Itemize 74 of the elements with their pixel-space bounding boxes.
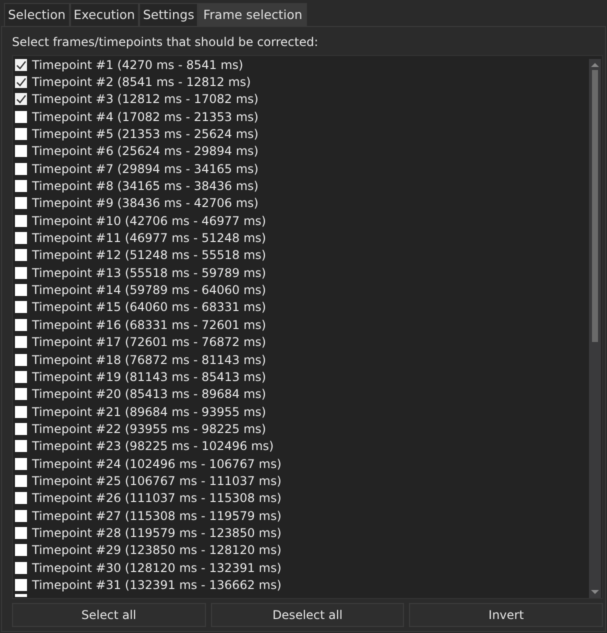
tab[interactable]: Execution (70, 3, 139, 26)
timepoint-label[interactable]: Timepoint #18 (76872 ms - 81143 ms) (32, 352, 266, 367)
scroll-up-icon[interactable] (591, 62, 599, 67)
timepoint-label[interactable]: Timepoint #13 (55518 ms - 59789 ms) (32, 266, 266, 280)
checkbox[interactable] (15, 422, 27, 435)
checkbox[interactable] (15, 354, 27, 366)
timepoint-label[interactable]: Timepoint #22 (93955 ms - 98225 ms) (32, 422, 266, 436)
checkbox[interactable] (15, 474, 27, 487)
checkbox[interactable] (15, 510, 27, 522)
checkbox[interactable] (15, 458, 27, 470)
timepoint-label[interactable]: Timepoint #12 (51248 ms - 55518 ms) (32, 248, 266, 262)
checkbox[interactable] (15, 440, 27, 452)
checkbox[interactable] (15, 370, 27, 383)
timepoint-label[interactable]: Timepoint #29 (123850 ms - 128120 ms) (32, 543, 282, 558)
timepoint-label[interactable]: Timepoint #23 (98225 ms - 102496 ms) (32, 439, 274, 454)
timepoint-label[interactable]: Timepoint #8 (34165 ms - 38436 ms) (32, 179, 258, 194)
checkbox[interactable] (15, 492, 27, 504)
tab[interactable]: Frame selection (198, 3, 308, 26)
timepoint-label[interactable]: Timepoint #26 (111037 ms - 115308 ms) (32, 491, 282, 506)
checkbox[interactable] (15, 266, 27, 279)
timepoint-label[interactable]: Timepoint #30 (128120 ms - 132391 ms) (32, 560, 282, 575)
timepoint-label[interactable]: Timepoint #20 (85413 ms - 89684 ms) (32, 387, 266, 402)
timepoint-label[interactable]: Timepoint #15 (64060 ms - 68331 ms) (32, 300, 266, 314)
checkbox[interactable] (15, 526, 27, 539)
checkbox[interactable] (15, 180, 27, 192)
timepoint-label[interactable]: Timepoint #27 (115308 ms - 119579 ms) (32, 508, 282, 523)
timepoint-label[interactable]: Timepoint #10 (42706 ms - 46977 ms) (32, 214, 266, 228)
checkbox[interactable] (15, 249, 27, 262)
timepoint-label[interactable]: Timepoint #1 (4270 ms - 8541 ms) (32, 58, 244, 72)
timepoint-label[interactable]: Timepoint #28 (119579 ms - 123850 ms) (32, 526, 282, 540)
tab[interactable]: Settings (138, 3, 198, 26)
timepoint-label[interactable]: Timepoint #5 (21353 ms - 25624 ms) (32, 127, 258, 142)
timepoint-label[interactable]: Timepoint #25 (106767 ms - 111037 ms) (32, 474, 282, 488)
checkbox[interactable] (15, 578, 27, 591)
scrollbar[interactable] (589, 59, 601, 598)
checkbox[interactable] (15, 284, 27, 296)
checkbox[interactable] (15, 562, 27, 574)
checkbox[interactable] (15, 214, 27, 227)
action-button[interactable]: Invert (409, 603, 604, 627)
scrollbar-thumb[interactable] (592, 70, 598, 342)
checkbox[interactable] (15, 232, 27, 244)
checkbox[interactable] (15, 388, 27, 400)
checkbox[interactable] (15, 76, 27, 88)
tab[interactable]: Selection (4, 3, 70, 26)
action-button[interactable]: Deselect all (210, 603, 404, 627)
timepoint-label[interactable]: Timepoint #16 (68331 ms - 72601 ms) (32, 318, 266, 332)
timepoint-label[interactable]: Timepoint #31 (132391 ms - 136662 ms) (32, 578, 282, 592)
timepoint-label[interactable]: Timepoint #4 (17082 ms - 21353 ms) (32, 110, 258, 124)
checkbox[interactable] (15, 544, 27, 556)
checkbox[interactable] (15, 301, 27, 314)
checkbox[interactable] (15, 145, 27, 158)
timepoint-label[interactable]: Timepoint #17 (72601 ms - 76872 ms) (32, 335, 266, 350)
checkbox[interactable] (15, 336, 27, 348)
scroll-down-icon[interactable] (591, 590, 599, 595)
timepoint-label[interactable]: Timepoint #11 (46977 ms - 51248 ms) (32, 231, 266, 246)
checkbox[interactable] (15, 197, 27, 210)
timepoint-label[interactable]: Timepoint #2 (8541 ms - 12812 ms) (32, 75, 251, 90)
timepoint-label[interactable]: Timepoint #24 (102496 ms - 106767 ms) (32, 456, 282, 471)
checkbox[interactable] (15, 110, 27, 123)
checkbox[interactable] (15, 93, 27, 106)
timepoint-label[interactable]: Timepoint #9 (38436 ms - 42706 ms) (32, 196, 258, 210)
instruction-text: Select frames/timepoints that should be corrected: (12, 35, 320, 49)
timepoint-label[interactable]: Timepoint #6 (25624 ms - 29894 ms) (32, 144, 258, 158)
checkbox[interactable] (15, 162, 27, 175)
timepoint-label[interactable]: Timepoint #3 (12812 ms - 17082 ms) (32, 92, 258, 106)
timepoint-label[interactable]: Timepoint #19 (81143 ms - 85413 ms) (32, 370, 266, 384)
timepoint-label[interactable]: Timepoint #14 (59789 ms - 64060 ms) (32, 283, 266, 298)
checkbox[interactable] (15, 128, 27, 140)
timepoint-label[interactable]: Timepoint #7 (29894 ms - 34165 ms) (32, 162, 258, 176)
checkbox[interactable] (15, 58, 27, 71)
checkbox[interactable] (15, 406, 27, 418)
action-button[interactable]: Select all (12, 603, 206, 627)
timepoint-label[interactable]: Timepoint #21 (89684 ms - 93955 ms) (32, 404, 266, 419)
checkbox[interactable] (15, 318, 27, 331)
